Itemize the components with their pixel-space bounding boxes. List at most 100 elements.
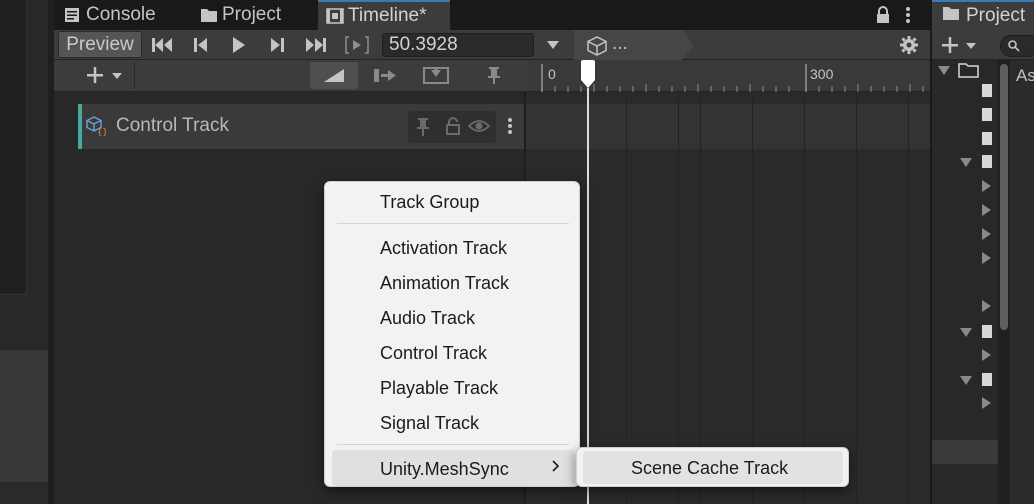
collapse-arrow-icon[interactable]	[982, 252, 991, 264]
tab-project[interactable]: Project	[192, 0, 289, 30]
file-icon	[982, 132, 992, 145]
menu-item-animation-track[interactable]: Animation Track	[380, 273, 509, 294]
project-folder-tree[interactable]	[932, 60, 998, 504]
console-icon	[64, 7, 80, 23]
menu-separator	[337, 444, 569, 445]
track-visibility-eye-icon[interactable]	[467, 118, 491, 134]
menu-item-track-group[interactable]: Track Group	[380, 192, 479, 213]
tab-timeline-label: Timeline*	[348, 5, 427, 26]
replace-mode-button[interactable]	[416, 62, 456, 89]
expand-arrow-icon[interactable]	[960, 376, 972, 385]
expand-arrow-icon[interactable]	[960, 158, 972, 167]
folder-icon	[200, 7, 217, 23]
play-icon	[233, 36, 245, 53]
timeline-toolbar: Preview 50.3928 ...	[54, 30, 930, 60]
go-to-start-button[interactable]	[146, 31, 180, 58]
track-color-accent	[78, 104, 82, 149]
play-button[interactable]	[222, 31, 256, 58]
lock-icon[interactable]	[876, 6, 890, 24]
ease-icon	[324, 69, 344, 82]
time-format-dropdown[interactable]	[538, 31, 568, 58]
grid-line	[856, 92, 857, 504]
gear-icon	[900, 35, 918, 54]
menu-item-signal-track[interactable]: Signal Track	[380, 413, 479, 434]
ripple-mode-button[interactable]	[366, 62, 406, 89]
assets-column-label: As	[1016, 66, 1034, 85]
go-to-end-button[interactable]	[298, 31, 332, 58]
tab-project-label: Project	[222, 4, 282, 25]
tab-project-panel[interactable]: Project	[932, 0, 1034, 30]
menu-item-audio-track[interactable]: Audio Track	[380, 308, 475, 329]
collapse-arrow-icon[interactable]	[982, 300, 991, 312]
tab-timeline[interactable]: Timeline*	[318, 0, 450, 30]
menu-item-unity-meshsync[interactable]: Unity.MeshSync	[380, 459, 509, 480]
play-range-button[interactable]	[340, 31, 374, 58]
project-toolbar	[932, 30, 1034, 60]
chevron-right-icon	[551, 458, 561, 474]
project-add-button[interactable]	[938, 32, 988, 58]
next-frame-icon	[271, 37, 284, 52]
prev-frame-icon	[194, 37, 207, 52]
next-frame-button[interactable]	[260, 31, 294, 58]
project-panel: Project As	[932, 0, 1034, 504]
meshsync-submenu: Scene Cache Track	[576, 447, 849, 487]
add-track-button[interactable]	[78, 62, 130, 89]
asset-breadcrumb[interactable]: ...	[574, 30, 694, 60]
collapse-arrow-icon[interactable]	[982, 397, 991, 409]
file-icon	[982, 373, 992, 386]
timeline-window: Console Project Timeline* Preview 50.392…	[54, 0, 930, 504]
ripple-icon	[374, 69, 396, 82]
play-range-icon	[345, 35, 369, 54]
timeline-icon	[326, 8, 344, 24]
add-track-context-menu: Track Group Activation Track Animation T…	[324, 181, 580, 487]
project-tab-label: Project	[966, 5, 1026, 26]
grid-line	[804, 92, 805, 504]
menu-item-activation-track[interactable]: Activation Track	[380, 238, 507, 259]
time-field[interactable]: 50.3928	[382, 33, 534, 57]
more-vertical-icon[interactable]	[904, 5, 912, 25]
tab-console[interactable]: Console	[56, 0, 164, 30]
grid-line	[752, 92, 753, 504]
file-icon	[982, 84, 992, 97]
playhead-handle[interactable]	[578, 60, 598, 90]
track-name[interactable]: Control Track	[116, 115, 229, 137]
collapse-arrow-icon[interactable]	[982, 204, 991, 216]
menu-item-control-track[interactable]: Control Track	[380, 343, 487, 364]
preview-button[interactable]: Preview	[58, 31, 142, 58]
project-search-input[interactable]	[1000, 35, 1034, 57]
track-lock-icon[interactable]	[446, 117, 460, 135]
pin-button[interactable]	[474, 62, 514, 89]
file-icon	[982, 325, 992, 338]
tab-console-label: Console	[86, 4, 156, 25]
mix-mode-button[interactable]	[310, 62, 358, 89]
grid-line	[678, 92, 679, 504]
settings-button[interactable]	[894, 31, 924, 58]
expand-arrow-icon[interactable]	[960, 328, 972, 337]
collapse-arrow-icon[interactable]	[982, 349, 991, 361]
left-panel-strip	[0, 0, 54, 504]
toolbar-separator	[134, 62, 135, 89]
menu-item-scene-cache-track[interactable]: Scene Cache Track	[631, 458, 788, 479]
project-scrollbar-thumb[interactable]	[1000, 64, 1008, 330]
left-panel-lower	[0, 350, 48, 482]
ruler-label-start: 0	[548, 66, 556, 82]
plus-icon	[87, 67, 122, 83]
previous-frame-button[interactable]	[184, 31, 218, 58]
expand-arrow-icon[interactable]	[938, 66, 950, 75]
pin-icon	[488, 67, 500, 84]
track-more-vertical-icon[interactable]	[506, 116, 514, 136]
file-icon	[982, 155, 992, 168]
search-icon	[1008, 40, 1020, 52]
menu-item-playable-track[interactable]: Playable Track	[380, 378, 498, 399]
folder-icon	[942, 5, 960, 27]
playhead-line	[587, 88, 589, 504]
left-panel-inner	[0, 0, 27, 295]
file-icon	[982, 108, 992, 121]
collapse-arrow-icon[interactable]	[982, 228, 991, 240]
track-pin-icon[interactable]	[416, 118, 430, 136]
asset-name: ...	[612, 33, 628, 54]
collapse-arrow-icon[interactable]	[982, 180, 991, 192]
grid-line	[908, 92, 909, 504]
cube-icon	[586, 36, 608, 61]
grid-line	[700, 92, 701, 504]
